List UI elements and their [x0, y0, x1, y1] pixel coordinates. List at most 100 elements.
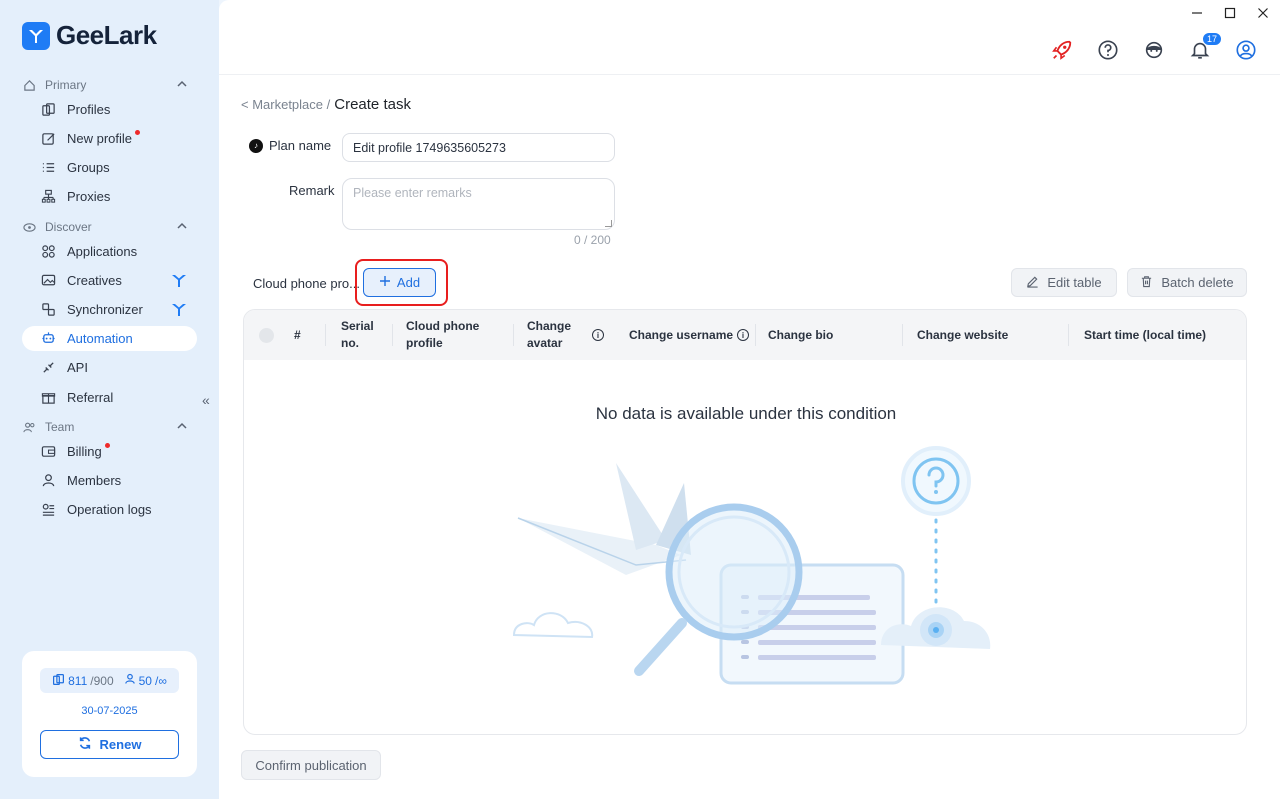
- sidebar-item-label: Profiles: [67, 102, 111, 117]
- column-header: Change avatar: [527, 319, 572, 350]
- batch-delete-button[interactable]: Batch delete: [1127, 268, 1247, 297]
- sidebar-item-label: Groups: [67, 160, 110, 175]
- sidebar-item-applications[interactable]: Applications: [22, 239, 197, 264]
- section-team[interactable]: Team: [22, 416, 197, 438]
- rocket-icon[interactable]: [1050, 38, 1074, 62]
- robot-icon: [40, 331, 56, 347]
- select-all-checkbox[interactable]: [259, 327, 274, 343]
- sidebar-item-api[interactable]: API: [22, 355, 197, 380]
- plus-icon: [379, 275, 391, 290]
- resize-handle-icon[interactable]: [605, 220, 612, 227]
- apps-icon: [40, 244, 56, 260]
- window-controls: [1180, 0, 1280, 28]
- list-icon: [40, 160, 56, 176]
- edit-table-label: Edit table: [1047, 275, 1102, 290]
- profiles-table: # Serial no. Cloud phone profile Change …: [243, 309, 1247, 735]
- edit-table-button[interactable]: Edit table: [1011, 268, 1117, 297]
- column-header: Change website: [917, 327, 1009, 342]
- add-profile-button[interactable]: Add: [363, 268, 436, 297]
- info-icon[interactable]: i: [592, 329, 604, 341]
- section-primary[interactable]: Primary: [22, 74, 197, 96]
- support-agent-icon[interactable]: [1142, 38, 1166, 62]
- add-label: Add: [396, 275, 421, 290]
- tiktok-icon: ♪: [249, 138, 263, 153]
- empty-state-illustration: [512, 446, 991, 685]
- user-icon: [124, 673, 136, 688]
- sidebar-item-profiles[interactable]: Profiles: [22, 97, 197, 122]
- batch-delete-label: Batch delete: [1161, 275, 1234, 290]
- geelark-badge-icon: [171, 301, 187, 320]
- renew-button[interactable]: Renew: [40, 730, 179, 759]
- sidebar-item-operation-logs[interactable]: Operation logs: [22, 497, 197, 522]
- column-header: Change bio: [768, 327, 834, 342]
- close-icon[interactable]: [1257, 7, 1269, 22]
- bell-icon[interactable]: 17: [1188, 32, 1222, 62]
- members-used: 50: [138, 673, 152, 688]
- breadcrumb: < Marketplace / Create task: [241, 96, 411, 113]
- sync-icon: [40, 302, 56, 318]
- collapse-sidebar-icon[interactable]: «: [202, 392, 210, 408]
- remark-textarea[interactable]: Please enter remarks: [342, 178, 615, 230]
- account-avatar-icon[interactable]: [1234, 38, 1258, 62]
- chevron-up-icon: [177, 420, 187, 434]
- sidebar-item-referral[interactable]: Referral: [22, 385, 197, 410]
- profiles-used: 811: [68, 673, 88, 688]
- sidebar-item-label: Creatives: [67, 273, 122, 288]
- th-change-username: Change username i: [629, 310, 756, 360]
- info-icon[interactable]: i: [737, 329, 750, 341]
- section-label: Primary: [45, 78, 87, 92]
- sidebar-item-creatives[interactable]: Creatives: [22, 268, 197, 293]
- sidebar-item-billing[interactable]: Billing: [22, 439, 197, 464]
- pencil-icon: [1026, 275, 1039, 291]
- column-header: Start time (local time): [1084, 327, 1207, 342]
- th-serial-no: Serial no.: [341, 310, 393, 360]
- renew-label: Renew: [99, 737, 142, 752]
- plan-name-label-text: Plan name: [269, 138, 332, 153]
- profiles-icon: [52, 673, 65, 689]
- section-discover[interactable]: Discover: [22, 216, 197, 238]
- select-all-checkbox-cell: [259, 310, 289, 360]
- plan-name-input[interactable]: Edit profile 1749635605273: [342, 133, 615, 162]
- column-header: #: [294, 327, 301, 342]
- sidebar-item-proxies[interactable]: Proxies: [22, 184, 197, 209]
- quota-badge: 811/900 50/∞: [40, 668, 179, 693]
- th-cloud-phone-profile: Cloud phone profile: [406, 310, 514, 360]
- sidebar-item-label: Automation: [67, 331, 133, 346]
- cloud-phone-profiles-label: Cloud phone pro...: [253, 276, 360, 291]
- th-change-avatar: Change avatar i: [527, 310, 618, 360]
- sidebar-item-groups[interactable]: Groups: [22, 155, 197, 180]
- th-change-website: Change website: [917, 310, 1069, 360]
- top-icon-bar: 17: [1050, 32, 1258, 62]
- minimize-icon[interactable]: [1191, 7, 1203, 22]
- api-icon: [40, 360, 56, 376]
- sidebar-item-new-profile[interactable]: New profile: [22, 126, 197, 151]
- maximize-icon[interactable]: [1224, 7, 1236, 22]
- notification-dot: [135, 130, 141, 135]
- sidebar-item-label: Applications: [67, 244, 138, 259]
- th-start-time: Start time (local time): [1084, 310, 1234, 360]
- section-label: Team: [45, 420, 75, 434]
- member-quota: 50/∞: [124, 673, 167, 688]
- image-icon: [40, 273, 56, 289]
- trash-icon: [1140, 275, 1153, 291]
- log-icon: [40, 502, 56, 518]
- column-header: Cloud phone profile: [406, 319, 480, 350]
- profiles-icon: [40, 102, 56, 118]
- profiles-total: /900: [90, 673, 114, 688]
- table-header: # Serial no. Cloud phone profile Change …: [244, 310, 1246, 360]
- help-icon[interactable]: [1096, 38, 1120, 62]
- app-logo[interactable]: GeeLark: [22, 20, 157, 51]
- sidebar-item-label: API: [67, 360, 88, 375]
- plan-card: 811/900 50/∞ 30-07-2025 Renew: [22, 651, 197, 777]
- column-header: Change username: [629, 327, 734, 342]
- sidebar-item-automation[interactable]: Automation: [22, 326, 197, 351]
- notification-count-badge: 17: [1201, 32, 1222, 46]
- confirm-publication-button[interactable]: Confirm publication: [241, 750, 381, 780]
- sidebar-item-label: Billing: [67, 444, 102, 459]
- edit-icon: [40, 131, 56, 147]
- breadcrumb-marketplace-link[interactable]: < Marketplace /: [241, 97, 330, 112]
- geelark-logo-icon: [22, 21, 50, 50]
- notification-dot: [104, 443, 110, 448]
- sidebar-item-members[interactable]: Members: [22, 468, 197, 493]
- sidebar-item-synchronizer[interactable]: Synchronizer: [22, 297, 197, 322]
